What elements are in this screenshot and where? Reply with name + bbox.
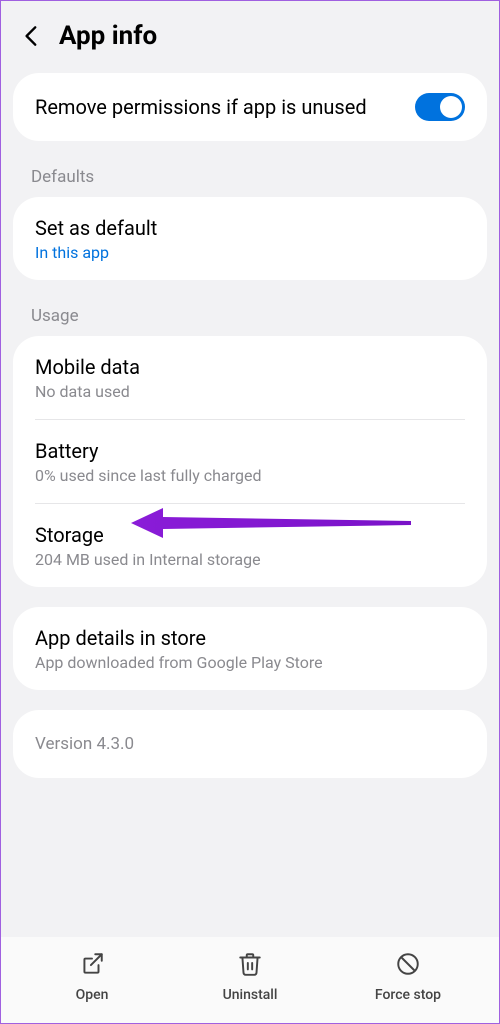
mobile-data-sub: No data used: [35, 382, 465, 401]
force-stop-button[interactable]: Force stop: [329, 951, 487, 1003]
battery-sub: 0% used since last fully charged: [35, 466, 465, 485]
remove-permissions-toggle[interactable]: [415, 93, 465, 121]
usage-section-label: Usage: [1, 288, 499, 336]
force-stop-label: Force stop: [375, 987, 441, 1003]
page-title: App info: [59, 21, 157, 51]
remove-permissions-row[interactable]: Remove permissions if app is unused: [13, 73, 487, 141]
permissions-card: Remove permissions if app is unused: [13, 73, 487, 141]
set-as-default-sub: In this app: [35, 243, 465, 262]
trash-icon: [237, 951, 263, 981]
set-as-default-label: Set as default: [35, 215, 465, 241]
mobile-data-row[interactable]: Mobile data No data used: [13, 336, 487, 419]
defaults-card: Set as default In this app: [13, 197, 487, 280]
defaults-section-label: Defaults: [1, 149, 499, 197]
spacer: [1, 698, 499, 710]
storage-label: Storage: [35, 522, 465, 548]
storage-sub: 204 MB used in Internal storage: [35, 550, 465, 569]
battery-row[interactable]: Battery 0% used since last fully charged: [13, 420, 487, 503]
open-icon: [79, 951, 105, 981]
force-stop-icon: [395, 951, 421, 981]
header: App info: [1, 1, 499, 73]
open-button[interactable]: Open: [13, 951, 171, 1003]
uninstall-label: Uninstall: [223, 987, 278, 1003]
toggle-knob: [440, 96, 462, 118]
set-as-default-row[interactable]: Set as default In this app: [13, 197, 487, 280]
bottom-bar: Open Uninstall Force stop: [1, 937, 499, 1023]
app-details-store-sub: App downloaded from Google Play Store: [35, 653, 465, 672]
uninstall-button[interactable]: Uninstall: [171, 951, 329, 1003]
open-label: Open: [76, 987, 109, 1003]
store-card: App details in store App downloaded from…: [13, 607, 487, 690]
spacer: [1, 595, 499, 607]
mobile-data-label: Mobile data: [35, 354, 465, 380]
battery-label: Battery: [35, 438, 465, 464]
remove-permissions-label: Remove permissions if app is unused: [35, 94, 415, 120]
version-label: Version 4.3.0: [13, 710, 487, 778]
usage-card: Mobile data No data used Battery 0% used…: [13, 336, 487, 587]
app-details-store-label: App details in store: [35, 625, 465, 651]
version-card: Version 4.3.0: [13, 710, 487, 778]
storage-row[interactable]: Storage 204 MB used in Internal storage: [13, 504, 487, 587]
app-details-store-row[interactable]: App details in store App downloaded from…: [13, 607, 487, 690]
back-icon[interactable]: [19, 23, 45, 49]
